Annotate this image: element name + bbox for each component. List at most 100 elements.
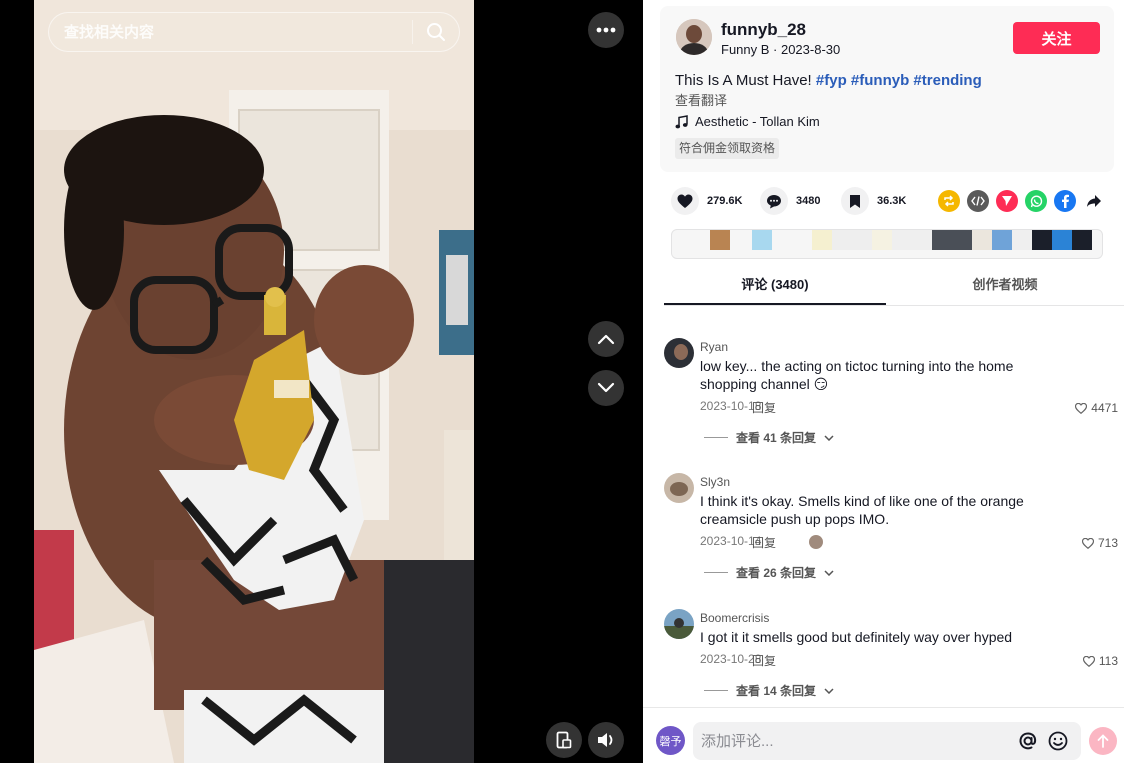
comment-like-count: 113 [1098,654,1118,668]
next-video-button[interactable] [588,370,624,406]
comment-button[interactable]: 3480 [760,187,820,215]
commenter-avatar-image [664,338,694,368]
search-bar[interactable] [48,12,460,52]
more-share-button[interactable] [1083,190,1105,212]
chevron-down-icon [597,382,615,393]
view-replies-button[interactable]: 查看 41 条回复 [704,429,834,446]
embed-button[interactable] [967,190,989,212]
author-avatar[interactable] [676,19,712,55]
thumb-block [752,230,772,250]
embed-icon [971,196,985,206]
view-replies-button[interactable]: 查看 14 条回复 [704,682,834,699]
commenter-avatar[interactable] [664,338,694,368]
comment-item: Boomercrisis I got it it smells good but… [664,609,1124,704]
facebook-share-button[interactable] [1054,190,1076,212]
comment-count: 3480 [796,195,821,207]
comment-input[interactable] [693,722,1013,760]
hashtag-fyp[interactable]: #fyp [816,72,847,89]
emoji-icon [1048,731,1068,751]
commenter-avatar[interactable] [664,609,694,639]
comment-composer: 磬予 [643,707,1124,763]
mini-player-button[interactable] [546,722,582,758]
see-translation-link[interactable]: 查看翻译 [675,90,727,109]
comment-username[interactable]: Sly3n [700,475,730,489]
thumb-block [1072,230,1092,250]
view-replies-button[interactable]: 查看 26 条回复 [704,564,834,581]
reply-button[interactable]: 回复 [752,534,776,551]
reply-button[interactable]: 回复 [752,652,776,669]
thumb-block [1012,230,1032,250]
comment-list[interactable]: Ryan low key... the acting on tictoc tur… [643,306,1124,706]
video-frame[interactable] [34,0,474,763]
send-icon [1002,196,1012,206]
whatsapp-share-button[interactable] [1025,190,1047,212]
thumb-block [992,230,1012,250]
comment-like-button[interactable]: 4471 [1075,401,1118,415]
search-button[interactable] [413,13,459,51]
author-nickname-date: Funny B · 2023-8-30 [721,42,841,57]
post-comment-button[interactable] [1089,727,1117,755]
creator-liked-avatar [809,535,823,549]
side-panel: funnyb_28 Funny B · 2023-8-30 关注 This Is… [643,0,1124,763]
more-options-button[interactable] [588,12,624,48]
video-player[interactable] [0,0,643,763]
thumb-block [932,230,972,250]
volume-button[interactable] [588,722,624,758]
comment-like-count: 4471 [1091,401,1118,415]
commenter-avatar-image [664,473,694,503]
more-dots-icon [596,27,616,33]
comment-like-button[interactable]: 113 [1082,654,1118,668]
favorite-button[interactable]: 36.3K [841,187,906,215]
repost-button[interactable] [938,190,960,212]
comment-input-wrapper[interactable] [693,722,1081,760]
hashtag-trending[interactable]: #trending [913,72,981,89]
view-replies-label: 查看 26 条回复 [736,566,817,580]
like-button[interactable]: 279.6K [671,187,742,215]
comment-tabs: 评论 (3480) 创作者视频 [664,270,1124,306]
video-description: This Is A Must Have! #fyp #funnyb #trend… [675,72,982,89]
music-note-icon [675,114,688,128]
music-title: Aesthetic - Tollan Kim [695,114,820,129]
comment-text: I got it it smells good but definitely w… [700,629,1013,645]
whatsapp-icon [1030,194,1042,207]
favorite-count: 36.3K [877,195,907,207]
mention-button[interactable] [1017,730,1039,752]
search-icon [427,23,445,41]
current-user-avatar[interactable]: 磬予 [656,726,685,755]
copy-link-bar[interactable] [671,229,1103,259]
search-input[interactable] [49,13,412,51]
author-username[interactable]: funnyb_28 [721,20,806,40]
comment-text: I think it's okay. Smells kind of like o… [700,493,1024,527]
music-link[interactable]: Aesthetic - Tollan Kim [675,114,820,129]
comment-username[interactable]: Boomercrisis [700,611,769,625]
chevron-down-icon [824,687,834,694]
reply-button[interactable]: 回复 [752,399,776,416]
comment-like-button[interactable]: 713 [1081,536,1118,550]
repost-icon [944,195,954,207]
send-to-friend-button[interactable] [996,190,1018,212]
tab-creator-videos[interactable]: 创作者视频 [894,270,1116,305]
thumb-block [872,230,892,250]
hashtag-funnyb[interactable]: #funnyb [851,72,909,89]
comment-item: Ryan low key... the acting on tictoc tur… [664,338,1124,448]
thumb-block [710,230,730,250]
thumb-block [972,230,992,250]
thumb-block [1052,230,1072,250]
previous-video-button[interactable] [588,321,624,357]
thumb-block [1032,230,1052,250]
commenter-avatar[interactable] [664,473,694,503]
comment-like-count: 713 [1097,536,1118,550]
share-arrow-icon [1087,195,1101,207]
facebook-icon [1062,194,1069,208]
video-info-card: funnyb_28 Funny B · 2023-8-30 关注 This Is… [660,6,1114,172]
thumb-block [812,230,832,250]
comment-username[interactable]: Ryan [700,340,728,354]
at-mention-icon [1019,732,1037,750]
app-root: funnyb_28 Funny B · 2023-8-30 关注 This Is… [0,0,1124,763]
emoji-button[interactable] [1047,730,1069,752]
heart-outline-icon [1081,537,1094,549]
volume-icon [598,733,613,747]
author-avatar-image [676,19,712,55]
follow-button[interactable]: 关注 [1013,22,1100,54]
tab-comments[interactable]: 评论 (3480) [664,270,886,305]
